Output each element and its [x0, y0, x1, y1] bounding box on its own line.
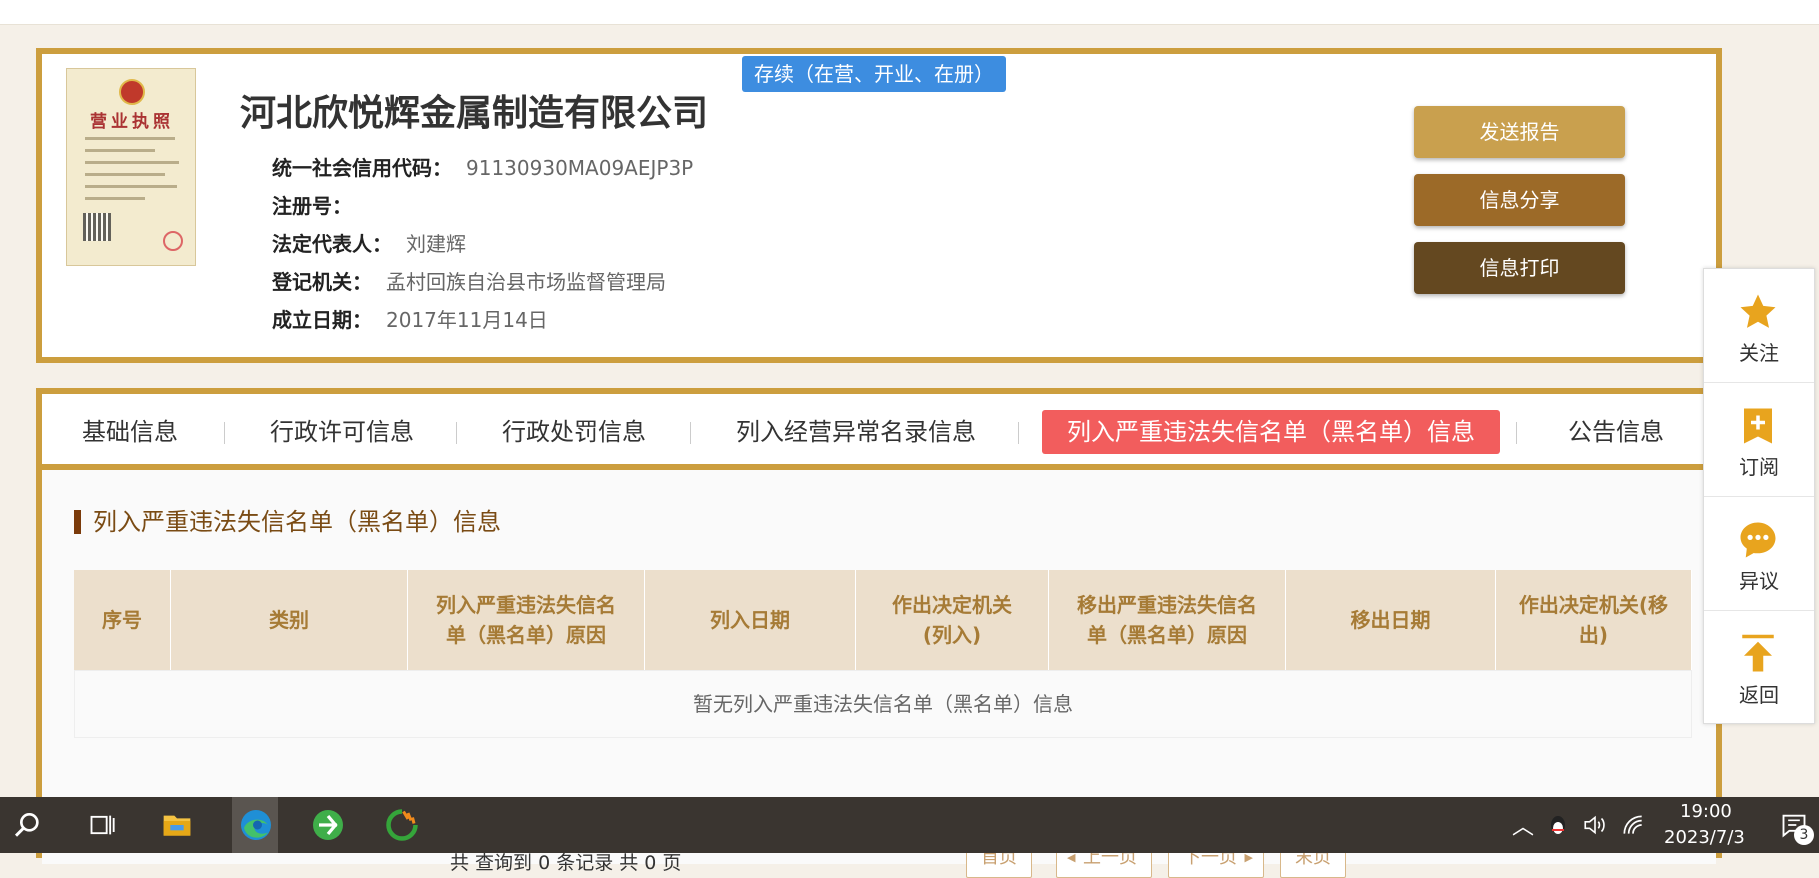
table-header-cell: 序号 — [74, 570, 171, 670]
qr-code-icon — [83, 213, 111, 241]
app-swirl-icon[interactable] — [384, 807, 420, 843]
subscribe-label: 订阅 — [1739, 455, 1779, 479]
license-line — [85, 161, 179, 164]
table-header-cell: 作出决定机关(移出) — [1496, 570, 1692, 670]
file-explorer-icon[interactable] — [160, 809, 194, 841]
tab-bar: 基础信息 行政许可信息 行政处罚信息 列入经营异常名录信息 列入严重违法失信名单… — [42, 400, 1716, 470]
tab-admin-penalty[interactable]: 行政处罚信息 — [502, 410, 646, 454]
subscribe-button[interactable]: 订阅 — [1704, 383, 1814, 497]
business-license-image: 营业执照 — [66, 68, 196, 266]
edge-browser-icon — [241, 810, 271, 840]
qq-penguin-icon[interactable] — [1546, 811, 1570, 839]
table-empty-message: 暂无列入严重违法失信名单（黑名单）信息 — [74, 670, 1692, 738]
field-label: 注册号： — [272, 194, 352, 218]
share-info-button[interactable]: 信息分享 — [1414, 174, 1625, 226]
tray-expand-icon[interactable]: ︿ — [1512, 809, 1534, 841]
browser-e-icon[interactable] — [310, 807, 346, 843]
task-view-icon[interactable] — [88, 811, 116, 839]
field-reg-number: 注册号： — [272, 190, 366, 219]
tab-separator — [1516, 422, 1517, 444]
clock-time[interactable]: 19:00 — [1680, 801, 1732, 822]
objection-button[interactable]: 异议 — [1704, 497, 1814, 611]
bookmark-plus-icon — [1744, 408, 1772, 444]
search-icon[interactable] — [12, 809, 44, 841]
table-header-cell: 作出决定机关(列入) — [856, 570, 1049, 670]
tab-separator — [224, 422, 225, 444]
notification-count-badge: 3 — [1794, 825, 1814, 845]
clock-date[interactable]: 2023/7/3 — [1664, 827, 1745, 848]
back-to-top-button[interactable]: 返回 — [1704, 611, 1814, 724]
tab-admin-license[interactable]: 行政许可信息 — [270, 410, 414, 454]
license-line — [85, 197, 145, 200]
tab-separator — [690, 422, 691, 444]
seal-icon — [163, 231, 183, 251]
wifi-icon[interactable] — [1620, 811, 1646, 839]
license-line — [85, 137, 175, 140]
arrow-up-icon — [1742, 634, 1774, 672]
tab-abnormal-list[interactable]: 列入经营异常名录信息 — [736, 410, 976, 454]
volume-icon[interactable] — [1582, 811, 1608, 839]
field-label: 法定代表人： — [272, 232, 392, 256]
table-header-cell: 列入日期 — [645, 570, 856, 670]
detail-card: 基础信息 行政许可信息 行政处罚信息 列入经营异常名录信息 列入严重违法失信名单… — [36, 388, 1722, 878]
table-header-cell: 类别 — [171, 570, 408, 670]
section-title: 列入严重违法失信名单（黑名单）信息 — [74, 510, 501, 534]
edge-taskbar-button[interactable] — [232, 797, 278, 853]
side-float-menu: 关注 订阅 异议 返回 — [1703, 268, 1815, 724]
back-label: 返回 — [1739, 683, 1779, 707]
field-label: 登记机关： — [272, 270, 372, 294]
tab-separator — [456, 422, 457, 444]
tab-separator — [1018, 422, 1019, 444]
tab-announcements[interactable]: 公告信息 — [1568, 410, 1664, 454]
company-name: 河北欣悦辉金属制造有限公司 — [240, 93, 709, 134]
blacklist-table: 序号 类别 列入严重违法失信名单（黑名单）原因 列入日期 作出决定机关(列入) … — [74, 570, 1692, 740]
field-value: 刘建辉 — [406, 232, 466, 256]
field-reg-authority: 登记机关： 孟村回族自治县市场监督管理局 — [272, 266, 666, 295]
follow-button[interactable]: 关注 — [1704, 269, 1814, 383]
field-value: 孟村回族自治县市场监督管理局 — [386, 270, 666, 294]
top-strip — [0, 0, 1819, 25]
license-line — [85, 185, 177, 188]
table-header-cell: 移出日期 — [1286, 570, 1496, 670]
field-label: 统一社会信用代码： — [272, 156, 452, 180]
chat-bubble-icon — [1740, 522, 1776, 558]
license-line — [85, 173, 165, 176]
field-value: 2017年11月14日 — [386, 308, 548, 332]
national-emblem-icon — [119, 79, 145, 105]
send-report-button[interactable]: 发送报告 — [1414, 106, 1625, 158]
field-value: 91130930MA09AEJP3P — [466, 156, 694, 180]
license-title: 营业执照 — [90, 112, 174, 132]
objection-label: 异议 — [1739, 569, 1779, 593]
print-info-button[interactable]: 信息打印 — [1414, 242, 1625, 294]
status-badge: 存续（在营、开业、在册） — [742, 56, 1006, 92]
field-legal-rep: 法定代表人： 刘建辉 — [272, 228, 466, 257]
tab-blacklist[interactable]: 列入严重违法失信名单（黑名单）信息 — [1042, 410, 1500, 454]
follow-label: 关注 — [1739, 341, 1779, 365]
tab-basic-info[interactable]: 基础信息 — [82, 410, 178, 454]
license-line — [85, 149, 155, 152]
table-header-cell: 列入严重违法失信名单（黑名单）原因 — [408, 570, 645, 670]
field-founded-date: 成立日期： 2017年11月14日 — [272, 304, 548, 333]
table-header-cell: 移出严重违法失信名单（黑名单）原因 — [1049, 570, 1286, 670]
field-label: 成立日期： — [272, 308, 372, 332]
windows-taskbar: ︿ 19:00 2023/7/3 3 — [0, 797, 1819, 853]
star-icon — [1740, 294, 1776, 328]
field-credit-code: 统一社会信用代码： 91130930MA09AEJP3P — [272, 152, 693, 181]
